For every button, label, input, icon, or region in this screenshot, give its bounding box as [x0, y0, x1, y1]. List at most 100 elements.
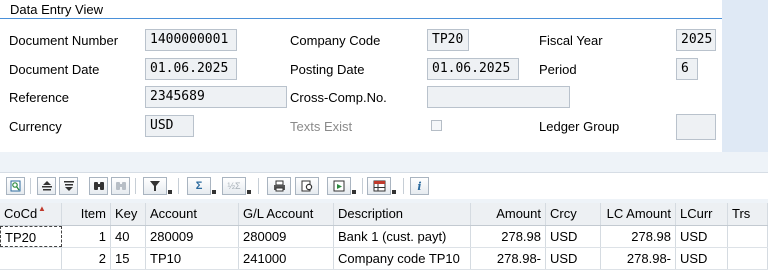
- table-row[interactable]: 2 15 TP10 241000 Company code TP10 278.9…: [0, 248, 768, 270]
- column-header-key[interactable]: Key: [111, 203, 146, 225]
- column-header-lc-amount[interactable]: LC Amount: [601, 203, 676, 225]
- period-field[interactable]: 6: [676, 58, 698, 80]
- subtotal-button[interactable]: ½Σ: [222, 177, 246, 195]
- document-number-label: Document Number: [9, 33, 119, 48]
- sort-descending-button[interactable]: [59, 177, 78, 195]
- total-icon: Σ: [195, 180, 203, 192]
- sort-ascending-button[interactable]: [37, 177, 56, 195]
- column-header-lcurr[interactable]: LCurr: [676, 203, 728, 225]
- grid-header-row: CoCd ▲ Item Key Account G/L Account Desc…: [0, 203, 768, 226]
- subtotal-dropdown-arrow[interactable]: [247, 190, 251, 194]
- company-code-field[interactable]: TP20: [427, 29, 469, 51]
- posting-date-field[interactable]: 01.06.2025: [427, 58, 519, 80]
- fiscal-year-field[interactable]: 2025: [676, 29, 716, 51]
- print-preview-icon: [301, 180, 314, 192]
- cell-cocd[interactable]: [0, 248, 62, 269]
- cell-amount[interactable]: 278.98: [471, 226, 546, 247]
- info-button[interactable]: i: [410, 177, 429, 195]
- posting-date-label: Posting Date: [290, 62, 365, 77]
- fiscal-year-label: Fiscal Year: [539, 33, 603, 48]
- document-header-panel: Data Entry View Document Number 14000000…: [0, 0, 722, 152]
- find-icon: [93, 180, 105, 192]
- cell-lc-amount[interactable]: 278.98-: [601, 248, 676, 269]
- cell-amount[interactable]: 278.98-: [471, 248, 546, 269]
- toolbar-separator: [403, 178, 404, 194]
- currency-field[interactable]: USD: [145, 115, 194, 137]
- cell-account[interactable]: TP10: [146, 248, 239, 269]
- texts-exist-checkbox[interactable]: [431, 120, 442, 131]
- cell-gl-account[interactable]: 280009: [239, 226, 334, 247]
- toolbar-separator: [135, 178, 136, 194]
- layout-dropdown-arrow[interactable]: [392, 190, 396, 194]
- document-date-field[interactable]: 01.06.2025: [145, 58, 237, 80]
- export-dropdown-arrow[interactable]: [352, 190, 356, 194]
- cell-cocd[interactable]: TP20: [0, 226, 62, 247]
- column-header-trs[interactable]: Trs: [728, 203, 768, 225]
- find-button[interactable]: [89, 177, 108, 195]
- cell-trs[interactable]: [728, 226, 768, 247]
- sort-indicator-icon: ▲: [38, 204, 46, 213]
- filter-button[interactable]: [143, 177, 167, 195]
- export-button[interactable]: [327, 177, 351, 195]
- column-header-cocd[interactable]: CoCd: [0, 203, 62, 225]
- column-header-crcy[interactable]: Crcy: [546, 203, 601, 225]
- cell-key[interactable]: 40: [111, 226, 146, 247]
- layout-button[interactable]: [367, 177, 391, 195]
- cross-comp-label: Cross-Comp.No.: [290, 90, 387, 105]
- toolbar-separator: [178, 178, 179, 194]
- alv-toolbar: Σ ½Σ i: [0, 172, 768, 199]
- details-icon: [10, 180, 21, 192]
- details-button[interactable]: [6, 177, 25, 195]
- toolbar-separator: [258, 178, 259, 194]
- ledger-group-field[interactable]: [676, 114, 716, 140]
- toolbar-separator: [30, 178, 31, 194]
- column-header-account[interactable]: Account: [146, 203, 239, 225]
- find-next-button[interactable]: [111, 177, 130, 195]
- cell-account[interactable]: 280009: [146, 226, 239, 247]
- right-background-strip: [722, 0, 768, 152]
- document-date-label: Document Date: [9, 62, 100, 77]
- column-header-description[interactable]: Description: [334, 203, 471, 225]
- cell-description[interactable]: Bank 1 (cust. payt): [334, 226, 471, 247]
- toolbar-separator: [362, 178, 363, 194]
- column-header-item[interactable]: Item: [62, 203, 111, 225]
- print-button[interactable]: [267, 177, 291, 195]
- info-icon: i: [417, 179, 422, 193]
- title-divider: [0, 18, 722, 19]
- column-header-amount[interactable]: Amount: [471, 203, 546, 225]
- export-icon: [333, 180, 346, 192]
- cell-key[interactable]: 15: [111, 248, 146, 269]
- reference-label: Reference: [9, 90, 69, 105]
- cell-description[interactable]: Company code TP10: [334, 248, 471, 269]
- document-number-field[interactable]: 1400000001: [145, 29, 237, 51]
- filter-icon: [149, 180, 161, 192]
- total-dropdown-arrow[interactable]: [212, 190, 216, 194]
- print-icon: [273, 180, 286, 192]
- total-button[interactable]: Σ: [187, 177, 211, 195]
- period-label: Period: [539, 62, 577, 77]
- company-code-label: Company Code: [290, 33, 381, 48]
- cell-lcurr[interactable]: USD: [676, 248, 728, 269]
- ledger-group-label: Ledger Group: [539, 119, 620, 134]
- cell-lc-amount[interactable]: 278.98: [601, 226, 676, 247]
- find-next-icon: [115, 180, 127, 192]
- cell-crcy[interactable]: USD: [546, 226, 601, 247]
- cell-item[interactable]: 1: [62, 226, 111, 247]
- reference-field[interactable]: 2345689: [145, 86, 287, 108]
- layout-icon: [373, 180, 386, 192]
- column-header-gl-account[interactable]: G/L Account: [239, 203, 334, 225]
- cross-comp-field[interactable]: [427, 86, 570, 108]
- print-preview-button[interactable]: [295, 177, 319, 195]
- cell-item[interactable]: 2: [62, 248, 111, 269]
- subtotal-icon: ½Σ: [227, 181, 241, 191]
- cell-lcurr[interactable]: USD: [676, 226, 728, 247]
- panel-title: Data Entry View: [10, 2, 103, 17]
- texts-exist-label: Texts Exist: [290, 119, 353, 134]
- filter-dropdown-arrow[interactable]: [168, 190, 172, 194]
- table-row[interactable]: TP20 1 40 280009 280009 Bank 1 (cust. pa…: [0, 226, 768, 248]
- cell-trs[interactable]: [728, 248, 768, 269]
- currency-label: Currency: [9, 119, 62, 134]
- sort-descending-icon: [63, 180, 75, 192]
- cell-gl-account[interactable]: 241000: [239, 248, 334, 269]
- cell-crcy[interactable]: USD: [546, 248, 601, 269]
